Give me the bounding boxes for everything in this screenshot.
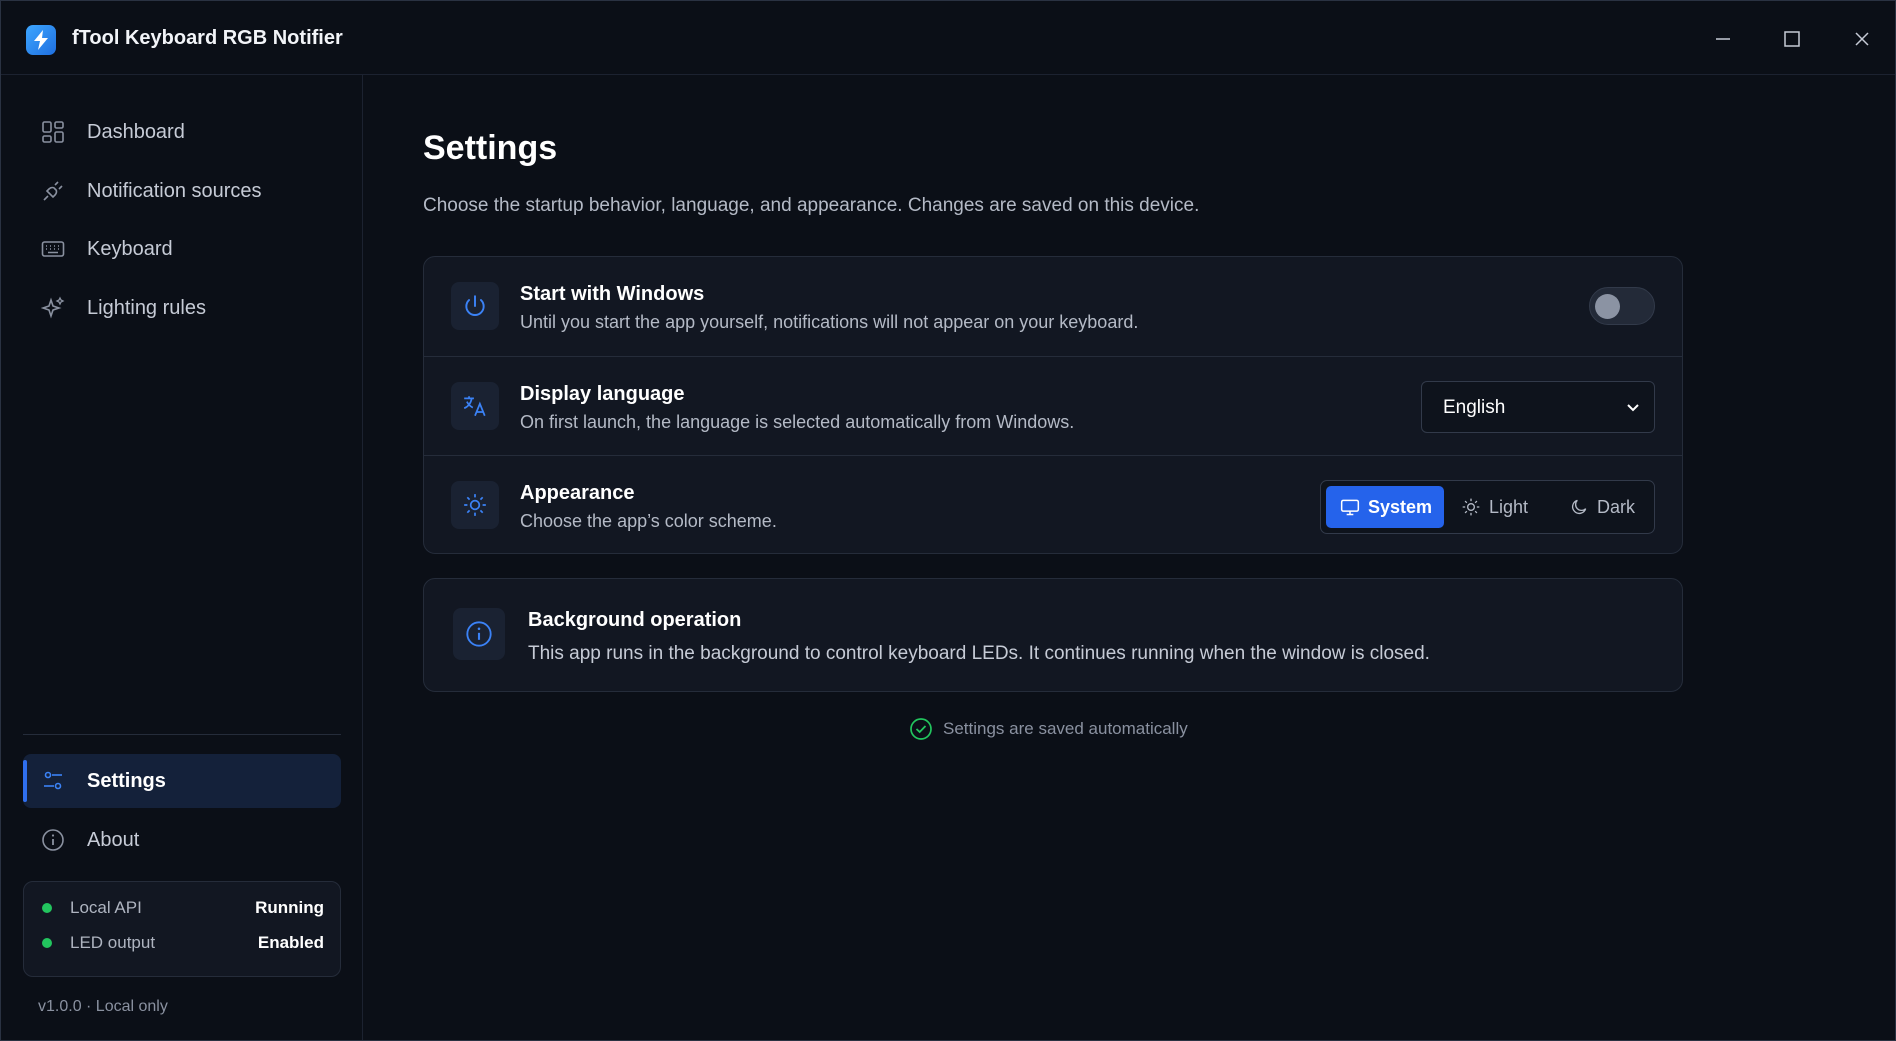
status-dot [42, 903, 52, 913]
sidebar-divider [23, 734, 341, 735]
info-text: This app runs in the background to contr… [528, 643, 1430, 664]
check-circle-icon [910, 718, 932, 740]
close-button[interactable] [1842, 21, 1882, 57]
setting-row-appearance: Appearance Choose the app’s color scheme… [424, 455, 1682, 553]
setting-subtitle: Until you start the app yourself, notifi… [520, 312, 1139, 332]
saved-note-text: Settings are saved automatically [943, 719, 1188, 738]
info-icon [453, 608, 505, 660]
plug-icon [43, 181, 63, 201]
version-label: v1.0.0 · Local only [38, 998, 168, 1015]
status-dot [42, 938, 52, 948]
setting-subtitle: On first launch, the language is selecte… [520, 412, 1075, 432]
sidebar-item-about[interactable]: About [23, 813, 341, 867]
dashboard-icon [42, 121, 64, 143]
translate-icon [451, 382, 499, 430]
appearance-segmented-control: System Light Dark [1320, 480, 1655, 534]
saved-note: Settings are saved automatically [909, 717, 1188, 741]
maximize-icon [1784, 31, 1800, 47]
sun-icon [1462, 498, 1480, 516]
info-icon [42, 829, 64, 851]
main-content: Settings Choose the startup behavior, la… [364, 75, 1895, 1040]
background-operation-card: Background operation This app runs in th… [423, 578, 1683, 692]
settings-card: Start with Windows Until you start the a… [423, 256, 1683, 554]
sparkles-icon [41, 296, 65, 319]
minimize-button[interactable] [1703, 21, 1743, 57]
power-icon [451, 282, 499, 330]
language-select[interactable]: English [1421, 381, 1655, 433]
status-row-led-output: LED output Enabled [42, 931, 324, 955]
sidebar-item-label: Lighting rules [87, 296, 206, 319]
sliders-icon [44, 771, 62, 790]
sidebar-item-lighting-rules[interactable]: Lighting rules [23, 281, 341, 335]
sidebar-item-label: Dashboard [87, 120, 185, 143]
monitor-icon [1340, 499, 1360, 516]
sidebar-item-label: Notification sources [87, 179, 262, 202]
status-name: LED output [70, 933, 156, 952]
maximize-button[interactable] [1772, 21, 1812, 57]
status-row-local-api: Local API Running [42, 896, 324, 920]
sidebar: Dashboard Notification sources Keyboard … [1, 75, 363, 1040]
appearance-option-dark[interactable]: Dark [1557, 486, 1651, 528]
appearance-option-label: Light [1489, 496, 1529, 517]
status-value: Enabled [257, 933, 324, 952]
setting-title: Appearance [520, 482, 635, 504]
setting-title: Start with Windows [520, 283, 705, 305]
sidebar-item-label: Keyboard [87, 237, 173, 260]
active-indicator [23, 760, 27, 802]
page-title: Settings [423, 129, 558, 167]
app-window: fTool Keyboard RGB Notifier Dashboard No… [0, 0, 1896, 1041]
appearance-option-light[interactable]: Light [1449, 486, 1553, 528]
language-select-value: English [1443, 397, 1506, 418]
close-icon [1855, 32, 1869, 46]
keyboard-icon [41, 241, 65, 257]
setting-title: Display language [520, 383, 685, 405]
startup-toggle[interactable] [1589, 287, 1655, 325]
status-value: Running [255, 898, 324, 917]
sun-icon [451, 481, 499, 529]
page-description: Choose the startup behavior, language, a… [423, 195, 1200, 216]
lightning-icon [26, 25, 56, 55]
appearance-option-label: Dark [1597, 496, 1636, 517]
setting-subtitle: Choose the app’s color scheme. [520, 511, 777, 531]
setting-row-startup: Start with Windows Until you start the a… [424, 257, 1682, 355]
sidebar-item-label: About [87, 828, 140, 851]
appearance-option-system[interactable]: System [1326, 486, 1444, 528]
appearance-option-label: System [1368, 496, 1433, 517]
status-name: Local API [70, 898, 142, 917]
app-title: fTool Keyboard RGB Notifier [72, 27, 343, 49]
minimize-icon [1716, 38, 1730, 40]
toggle-knob [1595, 294, 1620, 319]
info-title: Background operation [528, 609, 742, 631]
title-bar: fTool Keyboard RGB Notifier [1, 1, 1895, 75]
moon-icon [1571, 499, 1587, 515]
sidebar-item-label: Settings [87, 769, 166, 792]
chevron-down-icon [1627, 404, 1639, 412]
sidebar-item-keyboard[interactable]: Keyboard [23, 222, 341, 276]
sidebar-item-notification-sources[interactable]: Notification sources [23, 164, 341, 218]
sidebar-item-settings[interactable]: Settings [23, 754, 341, 808]
sidebar-item-dashboard[interactable]: Dashboard [23, 105, 341, 159]
status-card: Local API Running LED output Enabled [23, 881, 341, 977]
setting-row-language: Display language On first launch, the la… [424, 356, 1682, 454]
